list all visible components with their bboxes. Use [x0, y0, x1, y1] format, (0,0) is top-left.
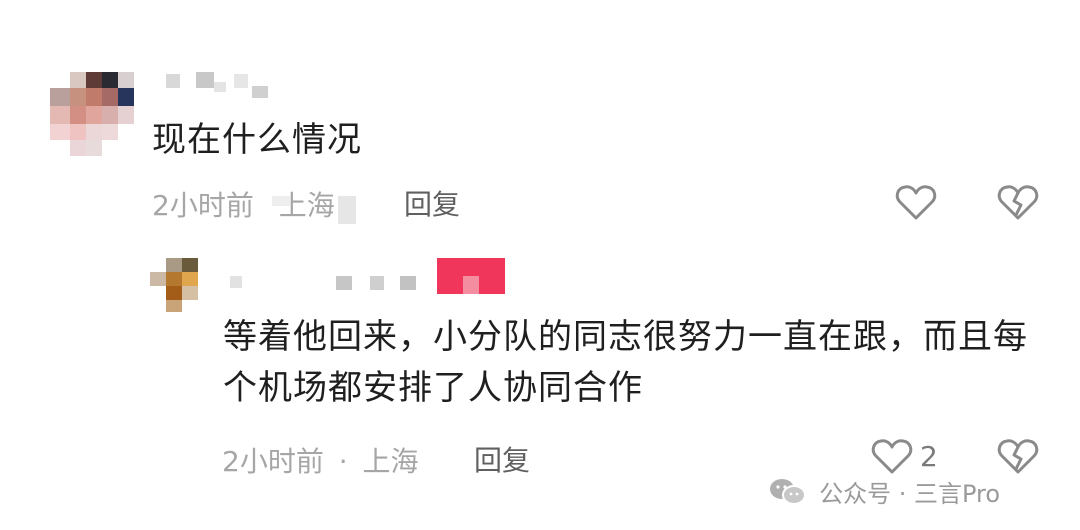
blur-overlay	[338, 196, 356, 224]
watermark: 公众号 · 三言Pro	[768, 474, 1000, 509]
reply-reply-button[interactable]: 回复	[474, 439, 530, 479]
wechat-icon	[768, 477, 808, 507]
watermark-text: 公众号 · 三言Pro	[819, 480, 1001, 508]
blur-overlay	[272, 196, 290, 206]
reply-time: 2小时前	[222, 445, 324, 478]
broken-heart-icon	[997, 185, 1039, 220]
username[interactable]	[166, 72, 286, 98]
reply-meta: 2小时前 · 上海	[222, 440, 419, 480]
author-badge	[437, 258, 505, 294]
reply-dislike-button[interactable]	[996, 434, 1040, 478]
heart-outline-icon	[871, 439, 913, 474]
broken-heart-icon	[997, 439, 1039, 474]
reply-text: 等着他回来，小分队的同志很努力一直在跟，而且每个机场都安排了人协同合作	[223, 317, 1028, 408]
heart-outline-icon	[895, 185, 937, 220]
comment-text: 现在什么情况	[152, 120, 362, 160]
like-count: 2	[920, 440, 938, 473]
comment-meta: 2小时前 上海	[152, 184, 335, 224]
reply-avatar[interactable]	[150, 258, 204, 312]
dislike-button[interactable]	[996, 180, 1040, 224]
like-button[interactable]	[894, 180, 938, 224]
reply-button[interactable]: 回复	[404, 183, 460, 223]
comment-time: 2小时前	[152, 189, 254, 222]
avatar[interactable]	[50, 72, 136, 158]
reply-location: 上海	[362, 445, 419, 478]
reply-separator: ·	[338, 445, 348, 478]
reply-like-button[interactable]	[870, 434, 914, 478]
reply-username[interactable]	[230, 272, 430, 298]
